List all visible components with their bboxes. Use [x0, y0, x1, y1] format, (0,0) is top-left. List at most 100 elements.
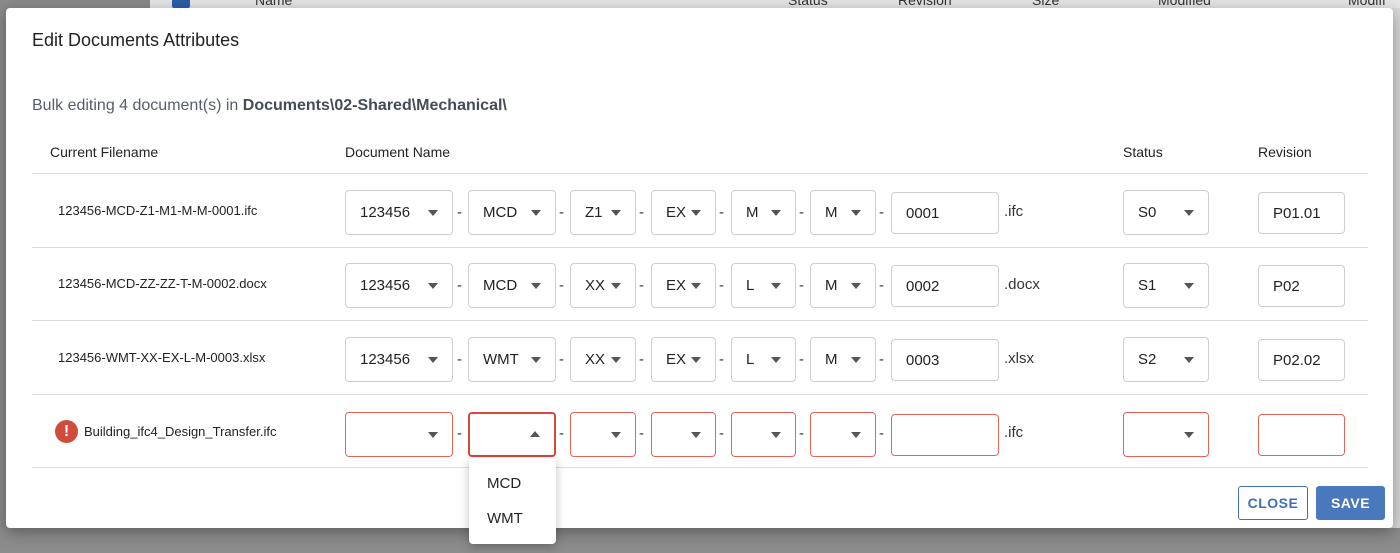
error-icon: ! [55, 420, 78, 443]
field-separator: - [799, 425, 804, 442]
caret-down-icon [611, 357, 621, 363]
type-select-value: L [746, 351, 755, 368]
field-separator: - [457, 277, 462, 294]
number-value: 0001 [906, 205, 940, 222]
originator-select[interactable]: MCD [468, 190, 556, 235]
originator-select[interactable]: WMT [468, 337, 556, 382]
caret-down-icon [531, 210, 541, 216]
level-select-value: EX [666, 204, 687, 221]
type-select[interactable]: L [731, 263, 796, 308]
volume-select-value: Z1 [585, 204, 603, 221]
revision-input[interactable]: P01.01 [1258, 192, 1345, 234]
close-button[interactable]: CLOSE [1238, 486, 1308, 520]
field-separator: - [639, 351, 644, 368]
revision-input[interactable]: P02.02 [1258, 339, 1345, 381]
level-select[interactable]: EX [651, 337, 716, 382]
caret-down-icon [691, 432, 701, 438]
role-select-value: M [825, 277, 838, 294]
background-col-size: Size [1032, 0, 1060, 8]
revision-input[interactable]: P02 [1258, 265, 1345, 307]
level-select[interactable]: EX [651, 263, 716, 308]
originator-dropdown-menu: MCD WMT [469, 458, 556, 544]
number-input[interactable]: 0002 [891, 265, 999, 307]
dropdown-option-mcd[interactable]: MCD [487, 475, 521, 492]
field-separator: - [719, 277, 724, 294]
project-code-select[interactable]: 123456 [345, 337, 453, 382]
type-select-value: L [746, 277, 755, 294]
role-select[interactable]: M [810, 190, 876, 235]
originator-select[interactable]: MCD [468, 263, 556, 308]
status-select[interactable] [1123, 412, 1209, 457]
caret-down-icon [1184, 357, 1194, 363]
field-separator: - [457, 425, 462, 442]
current-filename: 123456-WMT-XX-EX-L-M-0003.xlsx [58, 350, 266, 365]
status-select[interactable]: S0 [1123, 190, 1209, 235]
status-value: S0 [1138, 204, 1157, 221]
revision-input[interactable] [1258, 414, 1345, 456]
caret-down-icon [691, 283, 701, 289]
originator-select-value: MCD [483, 277, 518, 294]
project-code-select[interactable]: 123456 [345, 263, 453, 308]
caret-down-icon [771, 432, 781, 438]
field-separator: - [799, 277, 804, 294]
type-select[interactable] [731, 412, 796, 457]
field-separator: - [639, 277, 644, 294]
current-filename: 123456-MCD-ZZ-ZZ-T-M-0002.docx [58, 276, 267, 291]
file-extension: .docx [1004, 276, 1040, 293]
type-select-value: M [746, 204, 759, 221]
number-input[interactable] [891, 414, 999, 456]
caret-up-icon [530, 431, 540, 437]
current-filename: Building_ifc4_Design_Transfer.ifc [84, 424, 277, 439]
number-input[interactable]: 0003 [891, 339, 999, 381]
dialog-subtitle: Bulk editing 4 document(s) in Documents\… [32, 97, 507, 115]
field-separator: - [457, 351, 462, 368]
volume-select[interactable]: XX [570, 263, 636, 308]
volume-select[interactable]: XX [570, 337, 636, 382]
caret-down-icon [611, 432, 621, 438]
level-select[interactable] [651, 412, 716, 457]
table-row: 123456-WMT-XX-EX-L-M-0003.xlsx 123456 WMT X… [6, 322, 1393, 394]
volume-select[interactable] [570, 412, 636, 457]
caret-down-icon [428, 357, 438, 363]
field-separator: - [719, 204, 724, 221]
caret-down-icon [851, 432, 861, 438]
field-separator: - [879, 425, 884, 442]
dropdown-option-wmt[interactable]: WMT [487, 510, 523, 527]
table-row: ! Building_ifc4_Design_Transfer.ifc - - - - - -… [6, 396, 1393, 468]
level-select-value: EX [666, 351, 687, 368]
number-input[interactable]: 0001 [891, 192, 999, 234]
caret-down-icon [531, 357, 541, 363]
type-select[interactable]: M [731, 190, 796, 235]
file-extension: .ifc [1004, 424, 1024, 441]
current-filename: 123456-MCD-Z1-M1-M-M-0001.ifc [58, 203, 258, 218]
status-select[interactable]: S2 [1123, 337, 1209, 382]
type-select[interactable]: L [731, 337, 796, 382]
volume-select[interactable]: Z1 [570, 190, 636, 235]
field-separator: - [879, 204, 884, 221]
role-select-value: M [825, 204, 838, 221]
field-separator: - [559, 351, 564, 368]
caret-down-icon [851, 357, 861, 363]
caret-down-icon [771, 210, 781, 216]
role-select[interactable] [810, 412, 876, 457]
background-bottom-overlay [0, 528, 1400, 553]
background-select-all-checkbox [172, 0, 190, 8]
row-divider [32, 394, 1368, 395]
project-code-select[interactable]: 123456 [345, 190, 453, 235]
project-code-select-value: 123456 [360, 204, 411, 221]
caret-down-icon [771, 283, 781, 289]
subtitle-prefix: Bulk editing 4 document(s) in [32, 97, 243, 114]
file-extension: .ifc [1004, 203, 1024, 220]
role-select[interactable]: M [810, 263, 876, 308]
background-col-revision: Revision [898, 0, 952, 8]
level-select[interactable]: EX [651, 190, 716, 235]
status-select[interactable]: S1 [1123, 263, 1209, 308]
project-code-select[interactable] [345, 412, 453, 457]
originator-select[interactable] [468, 412, 556, 457]
field-separator: - [559, 425, 564, 442]
originator-select-value: WMT [483, 351, 519, 368]
role-select[interactable]: M [810, 337, 876, 382]
save-button[interactable]: SAVE [1316, 486, 1385, 520]
background-col-status: Status [788, 0, 828, 8]
caret-down-icon [851, 283, 861, 289]
